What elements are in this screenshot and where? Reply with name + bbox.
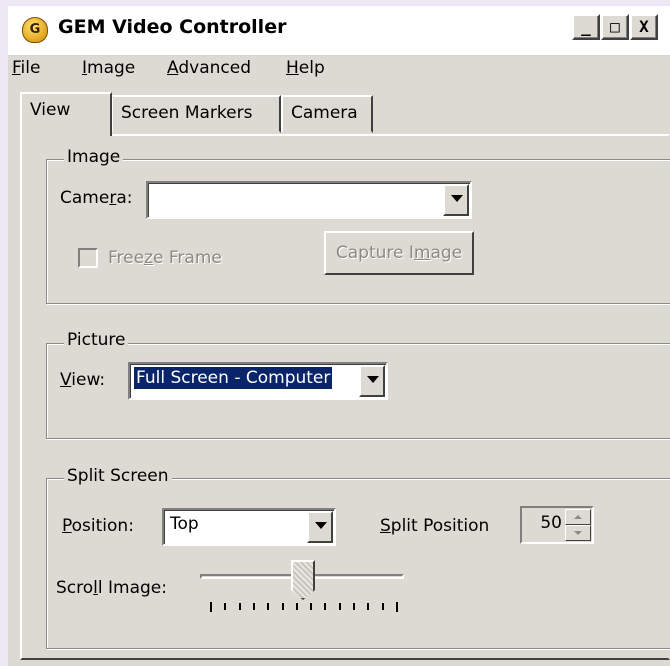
split-position-value: 50 [540,513,562,533]
tab-camera[interactable]: Camera [281,95,373,133]
position-dropdown[interactable]: Top [162,508,336,546]
split-position-spinner[interactable]: 50 [520,506,594,544]
menu-file-rest: ile [20,58,41,78]
spin-down-icon[interactable] [565,525,591,541]
slider-tick [238,603,241,610]
menu-image-rest: mage [87,58,136,78]
slider-tick [396,602,398,612]
slider-tick [353,603,356,610]
menu-advanced-rest: dvanced [178,58,251,78]
slider-tick [210,602,212,612]
close-button[interactable]: X [630,14,658,40]
split-screen-group-title: Split Screen [64,466,172,486]
camera-dropdown[interactable] [146,181,472,219]
menu-image[interactable]: Image [82,58,135,78]
slider-tick [381,603,384,610]
slider-tick [367,603,370,610]
window-title: GEM Video Controller [58,16,287,38]
position-dropdown-value: Top [170,514,199,534]
menu-file-mnemonic: F [12,58,21,78]
slider-tick [324,603,327,610]
chevron-down-icon[interactable] [307,511,333,543]
menu-file[interactable]: File [12,58,40,78]
view-label: View: [60,370,106,390]
scroll-image-label: Scroll Image: [56,578,167,598]
split-screen-group-box [46,478,670,649]
view-dropdown[interactable]: Full Screen - Computer [128,362,388,400]
minimize-button[interactable]: _ [572,14,600,40]
chevron-down-icon[interactable] [443,184,469,216]
chevron-down-icon[interactable] [359,365,385,397]
picture-group-title: Picture [64,330,129,350]
slider-tick [252,603,255,610]
tab-view[interactable]: View [20,92,112,136]
slider-tick [310,603,313,610]
split-position-label: Split Position [380,516,490,536]
menu-help[interactable]: Help [286,58,325,78]
image-group-title: Image [64,147,124,167]
slider-tick [281,603,284,610]
view-dropdown-value: Full Screen - Computer [132,366,334,390]
slider-tick [267,603,270,610]
app-logo-icon: G [22,17,48,43]
menu-help-rest: elp [298,58,325,78]
maximize-button[interactable]: □ [601,14,629,40]
menu-advanced-mnemonic: A [167,58,179,78]
capture-image-button[interactable]: Capture Image [324,231,474,275]
slider-tick [295,603,298,610]
camera-label: Camera: [60,188,133,208]
slider-tick [338,603,341,610]
spin-up-icon[interactable] [565,509,591,525]
freeze-frame-checkbox[interactable] [78,248,98,268]
freeze-frame-label: Freeze Frame [108,248,222,268]
menu-advanced[interactable]: Advanced [167,58,251,78]
slider-tick [224,603,227,610]
tab-screen-markers[interactable]: Screen Markers [111,95,281,133]
menu-help-mnemonic: H [286,58,299,78]
position-label: Position: [62,516,134,536]
